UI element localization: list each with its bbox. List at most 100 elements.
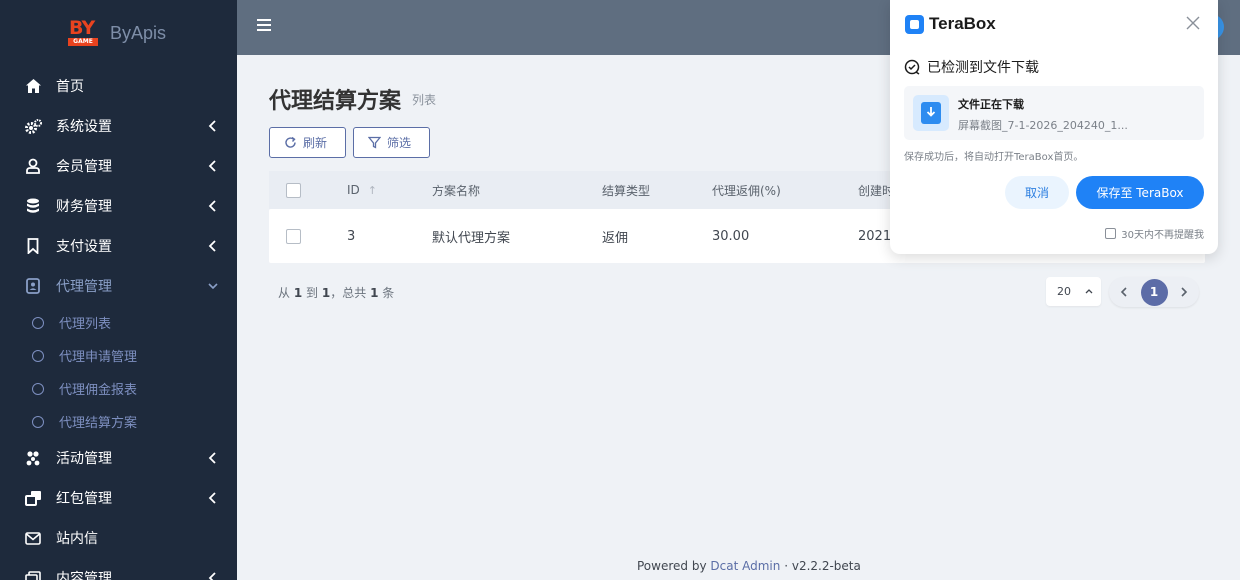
sidebar-subitem-agent-applications[interactable]: 代理申请管理	[0, 339, 237, 372]
user-icon	[24, 157, 42, 175]
cell-id: 3	[347, 228, 356, 244]
sidebar-subitem-agent-commission-report[interactable]: 代理佣金报表	[0, 372, 237, 405]
sidebar: BY GAME ByApis 首页 系统设置 会员管理 财务管理 支付设置 代理…	[0, 0, 237, 580]
sidebar-item-internal-messages[interactable]: 站内信	[0, 518, 237, 558]
sidebar-item-label: 站内信	[56, 531, 98, 547]
home-icon	[24, 77, 42, 95]
circle-icon	[32, 382, 44, 395]
footer-link[interactable]: Dcat Admin	[710, 559, 780, 573]
sidebar-item-label: 财务管理	[56, 199, 112, 215]
cell-name: 默认代理方案	[432, 230, 511, 246]
dont-remind-option[interactable]: 30天内不再提醒我	[1105, 226, 1204, 241]
column-header-type: 结算类型	[602, 183, 651, 198]
sidebar-subitem-agent-settlement-plan[interactable]: 代理结算方案	[0, 405, 237, 438]
close-icon[interactable]	[1186, 16, 1200, 30]
chevron-up-icon	[1085, 289, 1093, 294]
cogs-icon	[24, 117, 42, 135]
cancel-button[interactable]: 取消	[1005, 176, 1069, 209]
terabox-logo-icon	[905, 14, 924, 34]
pagination: 1	[1109, 277, 1199, 307]
select-all-checkbox[interactable]	[286, 182, 301, 198]
sidebar-item-system-settings[interactable]: 系统设置	[0, 106, 237, 146]
footer: Powered by Dcat Admin · v2.2.2-beta	[637, 559, 861, 573]
prev-page-icon[interactable]	[1119, 286, 1129, 298]
filter-button-label: 筛选	[387, 136, 412, 150]
dont-remind-checkbox[interactable]	[1105, 228, 1117, 239]
sidebar-item-agent-management[interactable]: 代理管理	[0, 266, 237, 306]
terabox-hint: 保存成功后，将自动打开TeraBox首页。	[904, 152, 1084, 163]
download-detected-icon	[904, 59, 920, 75]
chevron-left-icon	[208, 120, 216, 132]
sidebar-subitem-label: 代理申请管理	[59, 350, 138, 365]
sidebar-item-label: 代理管理	[56, 279, 112, 295]
chevron-left-icon	[208, 240, 216, 252]
chevron-left-icon	[208, 200, 216, 212]
footer-version: v2.2.2-beta	[791, 559, 861, 573]
page-title: 代理结算方案	[269, 89, 402, 114]
contact-icon	[24, 277, 42, 295]
pinwheel-icon	[24, 449, 42, 467]
sidebar-item-home[interactable]: 首页	[0, 66, 237, 106]
column-header-name: 方案名称	[432, 183, 481, 198]
sidebar-item-label: 活动管理	[56, 451, 112, 467]
file-name: 屏幕截图_7-1-2026_204240_1...	[958, 119, 1128, 132]
refresh-button[interactable]: 刷新	[269, 127, 346, 158]
sidebar-subitem-agent-list[interactable]: 代理列表	[0, 306, 237, 339]
brand-logo-text: BY	[69, 17, 95, 39]
sidebar-item-label: 会员管理	[56, 159, 112, 175]
brand[interactable]: BY GAME ByApis	[0, 0, 237, 66]
sidebar-item-payment-settings[interactable]: 支付设置	[0, 226, 237, 266]
sidebar-subitem-label: 代理列表	[59, 317, 112, 332]
chevron-left-icon	[208, 160, 216, 172]
file-download-icon	[913, 95, 949, 131]
chevron-left-icon	[208, 572, 216, 580]
column-header-id[interactable]: ID ↑	[347, 183, 432, 197]
clone-icon	[24, 489, 42, 507]
sort-arrow-up-icon[interactable]: ↑	[368, 184, 377, 197]
bookmark-icon	[24, 237, 42, 255]
sidebar-subitem-label: 代理结算方案	[59, 416, 138, 431]
per-page-value: 20	[1057, 285, 1071, 298]
sidebar-item-label: 支付设置	[56, 239, 112, 255]
window-icon	[24, 569, 42, 580]
envelope-icon	[24, 529, 42, 547]
terabox-detected: 已检测到文件下载	[904, 57, 1039, 77]
circle-icon	[32, 415, 44, 428]
cell-rate: 30.00	[712, 228, 750, 244]
brand-name: ByApis	[110, 22, 167, 43]
brand-logo-sub: GAME	[68, 38, 98, 46]
chevron-left-icon	[208, 452, 216, 464]
sidebar-item-finance-management[interactable]: 财务管理	[0, 186, 237, 226]
sidebar-item-label: 红包管理	[56, 491, 112, 507]
per-page-select[interactable]: 20	[1046, 277, 1101, 306]
sidebar-item-activity-management[interactable]: 活动管理	[0, 438, 237, 478]
filter-icon	[368, 136, 381, 149]
page-subtitle: 列表	[412, 93, 437, 107]
filter-button[interactable]: 筛选	[353, 127, 430, 158]
cell-type: 返佣	[602, 230, 629, 246]
brand-logo: BY GAME	[68, 17, 100, 47]
sidebar-item-label: 系统设置	[56, 119, 112, 135]
row-checkbox[interactable]	[286, 228, 301, 244]
sidebar-item-label: 首页	[56, 79, 84, 95]
circle-icon	[32, 316, 44, 329]
terabox-logo: TeraBox	[905, 14, 996, 34]
terabox-popup: TeraBox 已检测到文件下载 文件正在下载 屏幕截图_7-1-2026_20…	[890, 0, 1218, 254]
chevron-left-icon	[208, 492, 216, 504]
refresh-button-label: 刷新	[303, 136, 328, 150]
database-icon	[24, 197, 42, 215]
sidebar-item-red-packet-management[interactable]: 红包管理	[0, 478, 237, 518]
refresh-icon	[285, 136, 296, 148]
next-page-icon[interactable]	[1179, 286, 1189, 298]
sidebar-item-content-management[interactable]: 内容管理	[0, 558, 237, 580]
page-number-current[interactable]: 1	[1140, 278, 1168, 306]
save-to-terabox-button[interactable]: 保存至 TeraBox	[1076, 176, 1204, 209]
column-header-rate: 代理返佣(%)	[712, 183, 781, 198]
circle-icon	[32, 349, 44, 362]
menu-toggle-icon[interactable]	[257, 19, 271, 31]
file-status: 文件正在下载	[958, 98, 1024, 111]
sidebar-item-label: 内容管理	[56, 571, 112, 580]
sidebar-item-member-management[interactable]: 会员管理	[0, 146, 237, 186]
sidebar-subitem-label: 代理佣金报表	[59, 383, 138, 398]
sidebar-menu: 首页 系统设置 会员管理 财务管理 支付设置 代理管理 代理列表 代理申请管理 …	[0, 66, 237, 580]
